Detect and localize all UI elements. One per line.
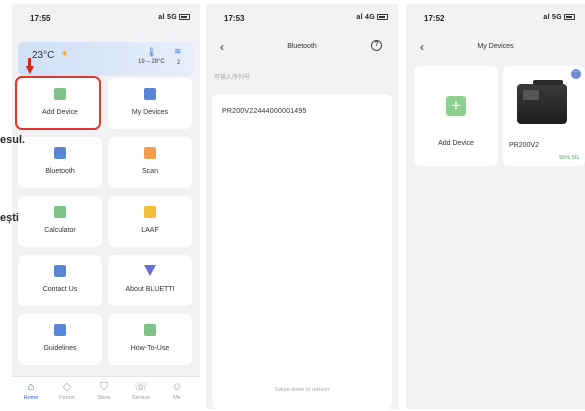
battery-icon bbox=[377, 14, 388, 21]
tab-bar: ⌂ Home ◇ Forum ⛉ Store ☏ Service ☺ Me bbox=[12, 376, 200, 409]
status-time: 17:53 bbox=[224, 14, 245, 23]
my-devices-icon bbox=[144, 88, 156, 100]
device-card[interactable]: ··· PR200V2 95% 5G bbox=[503, 66, 585, 166]
tile-laaf[interactable]: LAAF bbox=[108, 196, 192, 247]
list-item-device[interactable]: PR200V224440000014​95 bbox=[222, 108, 307, 115]
device-status: 95% 5G bbox=[559, 155, 579, 161]
contact-icon bbox=[54, 265, 66, 277]
add-device-card[interactable]: + Add Device bbox=[414, 66, 498, 166]
add-device-label: Add Device bbox=[438, 140, 474, 147]
tile-bluetooth[interactable]: Bluetooth bbox=[18, 137, 102, 188]
page-title: Bluetooth bbox=[287, 43, 317, 50]
cropped-text-fragment: ești bbox=[0, 212, 19, 224]
battery-icon bbox=[564, 14, 575, 21]
guidelines-icon bbox=[54, 324, 66, 336]
home-icon: ⌂ bbox=[27, 381, 35, 393]
tab-label: Home bbox=[23, 395, 39, 401]
tab-me[interactable]: ☺ Me bbox=[160, 381, 194, 401]
power-station-image bbox=[517, 80, 567, 124]
status-signal: al 5G bbox=[543, 14, 575, 21]
tile-my-devices[interactable]: My Devices bbox=[108, 78, 192, 129]
tile-calculator[interactable]: Calculator bbox=[18, 196, 102, 247]
refresh-hint: Swipe down to refresh bbox=[274, 387, 330, 393]
status-time: 17:55 bbox=[30, 14, 51, 23]
tile-guidelines[interactable]: Guidelines bbox=[18, 314, 102, 365]
highlight-box bbox=[15, 76, 101, 130]
weather-range: 19 – 28°C bbox=[138, 59, 165, 65]
tile-label: Contact Us bbox=[42, 286, 78, 293]
tile-how-to-use[interactable]: How-To-Use bbox=[108, 314, 192, 365]
weather-card[interactable]: 23°C ☀ 🌡 19 – 28°C ≋ 2 bbox=[18, 42, 194, 76]
calculator-icon bbox=[54, 206, 66, 218]
status-signal: al 4G bbox=[356, 14, 388, 21]
tab-forum[interactable]: ◇ Forum bbox=[50, 381, 84, 401]
thermometer-icon: 🌡 bbox=[146, 47, 158, 57]
how-to-use-icon bbox=[144, 324, 156, 336]
tile-label: Bluetooth bbox=[45, 168, 75, 175]
more-options-icon[interactable]: ··· bbox=[571, 69, 581, 79]
forum-icon: ◇ bbox=[62, 381, 72, 393]
tab-label: Service bbox=[131, 395, 151, 401]
about-icon bbox=[144, 265, 156, 276]
weather-temperature: 23°C bbox=[32, 50, 55, 61]
tile-label: My Devices bbox=[131, 109, 169, 116]
wind-icon: ≋ bbox=[174, 46, 182, 56]
sun-icon: ☀ bbox=[60, 49, 69, 60]
status-signal: al 5G bbox=[158, 14, 190, 21]
scan-icon bbox=[144, 147, 156, 159]
arrow-down-icon: ▼ bbox=[23, 58, 37, 76]
tab-service[interactable]: ☏ Service bbox=[124, 381, 158, 401]
tile-scan[interactable]: Scan bbox=[108, 137, 192, 188]
bluetooth-icon bbox=[54, 147, 66, 159]
status-bar: 17:53 al 4G bbox=[206, 4, 398, 28]
status-bar: 17:52 al 5G bbox=[406, 4, 585, 28]
status-time: 17:52 bbox=[424, 14, 445, 23]
home-screen: 17:55 al 5G 23°C ☀ 🌡 19 – 28°C ≋ 2 Add D… bbox=[12, 4, 200, 409]
tile-label: Guidelines bbox=[43, 345, 77, 352]
plus-icon: + bbox=[446, 96, 466, 116]
tile-label: Scan bbox=[142, 168, 158, 175]
tile-label: Calculator bbox=[44, 227, 76, 234]
my-devices-screen: 17:52 al 5G ‹ My Devices + Add Device ··… bbox=[406, 4, 585, 409]
bluetooth-screen: 17:53 al 4G ‹ Bluetooth ? 可输入序列号 PR200V2… bbox=[206, 4, 398, 409]
tile-label: How-To-Use bbox=[130, 345, 170, 352]
tile-about-bluetti[interactable]: About BLUETTI bbox=[108, 255, 192, 306]
tab-home[interactable]: ⌂ Home bbox=[14, 381, 48, 401]
profile-icon: ☺ bbox=[171, 381, 183, 393]
serial-hint: 可输入序列号 bbox=[214, 75, 251, 81]
nav-bar: ‹ My Devices bbox=[406, 40, 585, 58]
tab-label: Forum bbox=[59, 395, 75, 401]
tile-label: LAAF bbox=[141, 227, 159, 234]
status-bar: 17:55 al 5G bbox=[12, 4, 200, 28]
help-icon[interactable]: ? bbox=[371, 40, 382, 51]
tile-contact-us[interactable]: Contact Us bbox=[18, 255, 102, 306]
store-icon: ⛉ bbox=[99, 381, 109, 393]
wind-value: 2 bbox=[177, 60, 181, 66]
battery-icon bbox=[179, 14, 190, 21]
device-list: PR200V224440000014​95 Swipe down to refr… bbox=[212, 94, 392, 409]
tab-label: Me bbox=[173, 395, 181, 401]
nav-bar: ‹ Bluetooth ? bbox=[206, 40, 398, 58]
device-name: PR200V2 bbox=[509, 142, 539, 149]
tile-label: About BLUETTI bbox=[125, 286, 175, 293]
tab-label: Store bbox=[97, 395, 111, 401]
cropped-text-fragment: esul. bbox=[0, 134, 26, 146]
service-icon: ☏ bbox=[134, 381, 148, 393]
tab-store[interactable]: ⛉ Store bbox=[87, 381, 121, 401]
page-title: My Devices bbox=[477, 43, 514, 50]
laaf-icon bbox=[144, 206, 156, 218]
